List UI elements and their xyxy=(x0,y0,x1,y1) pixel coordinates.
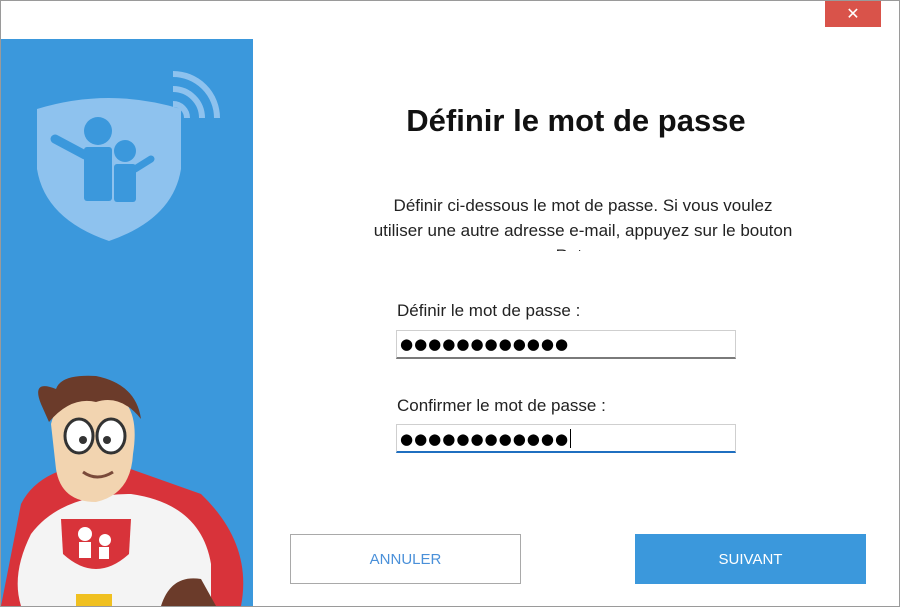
next-button[interactable]: SUIVANT xyxy=(635,534,866,584)
password-mask: ●●●●●●●●●●●● xyxy=(400,335,570,353)
family-shield-logo xyxy=(37,71,220,241)
text-caret xyxy=(570,429,572,448)
superhero-mascot xyxy=(1,375,244,606)
confirm-password-field[interactable]: ●●●●●●●●●●●● xyxy=(396,424,736,453)
instructions-text: Définir ci-dessous le mot de passe. Si v… xyxy=(373,196,793,251)
confirm-password-mask: ●●●●●●●●●●●● xyxy=(400,430,570,448)
password-field[interactable]: ●●●●●●●●●●●● xyxy=(396,330,736,359)
setup-window: ✕ Définir le mot de passe Définir ci-des… xyxy=(0,0,900,607)
password-label: Définir le mot de passe : xyxy=(397,301,581,320)
close-button[interactable]: ✕ xyxy=(825,1,881,27)
cancel-button[interactable]: ANNULER xyxy=(290,534,521,584)
confirm-password-label: Confirmer le mot de passe : xyxy=(397,396,606,415)
left-illustration-panel xyxy=(1,39,253,606)
page-title: Définir le mot de passe xyxy=(406,103,746,138)
close-icon: ✕ xyxy=(846,6,860,23)
